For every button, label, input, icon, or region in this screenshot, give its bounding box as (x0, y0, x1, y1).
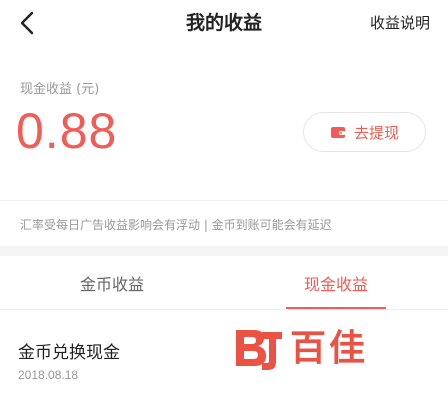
cash-earnings-amount: 0.88 (16, 103, 118, 159)
cash-earnings-panel: 现金收益 (元) 0.88 去提现 (0, 48, 448, 201)
withdraw-button[interactable]: 去提现 (303, 112, 426, 152)
record-date: 2018.08.18 (18, 368, 79, 382)
withdraw-button-label: 去提现 (353, 123, 399, 142)
earnings-help-link[interactable]: 收益说明 (370, 12, 430, 34)
wallet-icon (330, 127, 345, 138)
tab-cash-earnings[interactable]: 现金收益 (224, 257, 448, 309)
top-bar: 我的收益 收益说明 (0, 0, 448, 49)
earnings-tabs: 金币收益 现金收益 (0, 257, 448, 310)
bj-logo-icon (236, 330, 282, 370)
list-item[interactable]: 金币兑换现金 2018.08.18 (0, 310, 448, 403)
watermark-text: 百佳 (290, 328, 369, 369)
notice-text: 汇率受每日广告收益影响会有浮动 | 金币到账可能会有延迟 (20, 218, 332, 232)
watermark: 百佳 (232, 326, 368, 372)
cash-earnings-label: 现金收益 (元) (20, 82, 100, 97)
tab-coin-earnings[interactable]: 金币收益 (0, 257, 224, 309)
record-title: 金币兑换现金 (18, 343, 120, 363)
exchange-rate-notice: 汇率受每日广告收益影响会有浮动 | 金币到账可能会有延迟 (0, 201, 448, 256)
